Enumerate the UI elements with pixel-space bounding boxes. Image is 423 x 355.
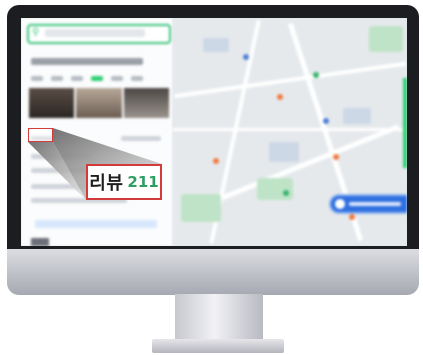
review-count: 211 [127,173,159,191]
callout-zoom-wedge [28,128,162,200]
review-count-callout: 리뷰 211 [86,164,162,200]
review-label: 리뷰 [89,173,124,194]
review-highlight-box [28,128,53,142]
